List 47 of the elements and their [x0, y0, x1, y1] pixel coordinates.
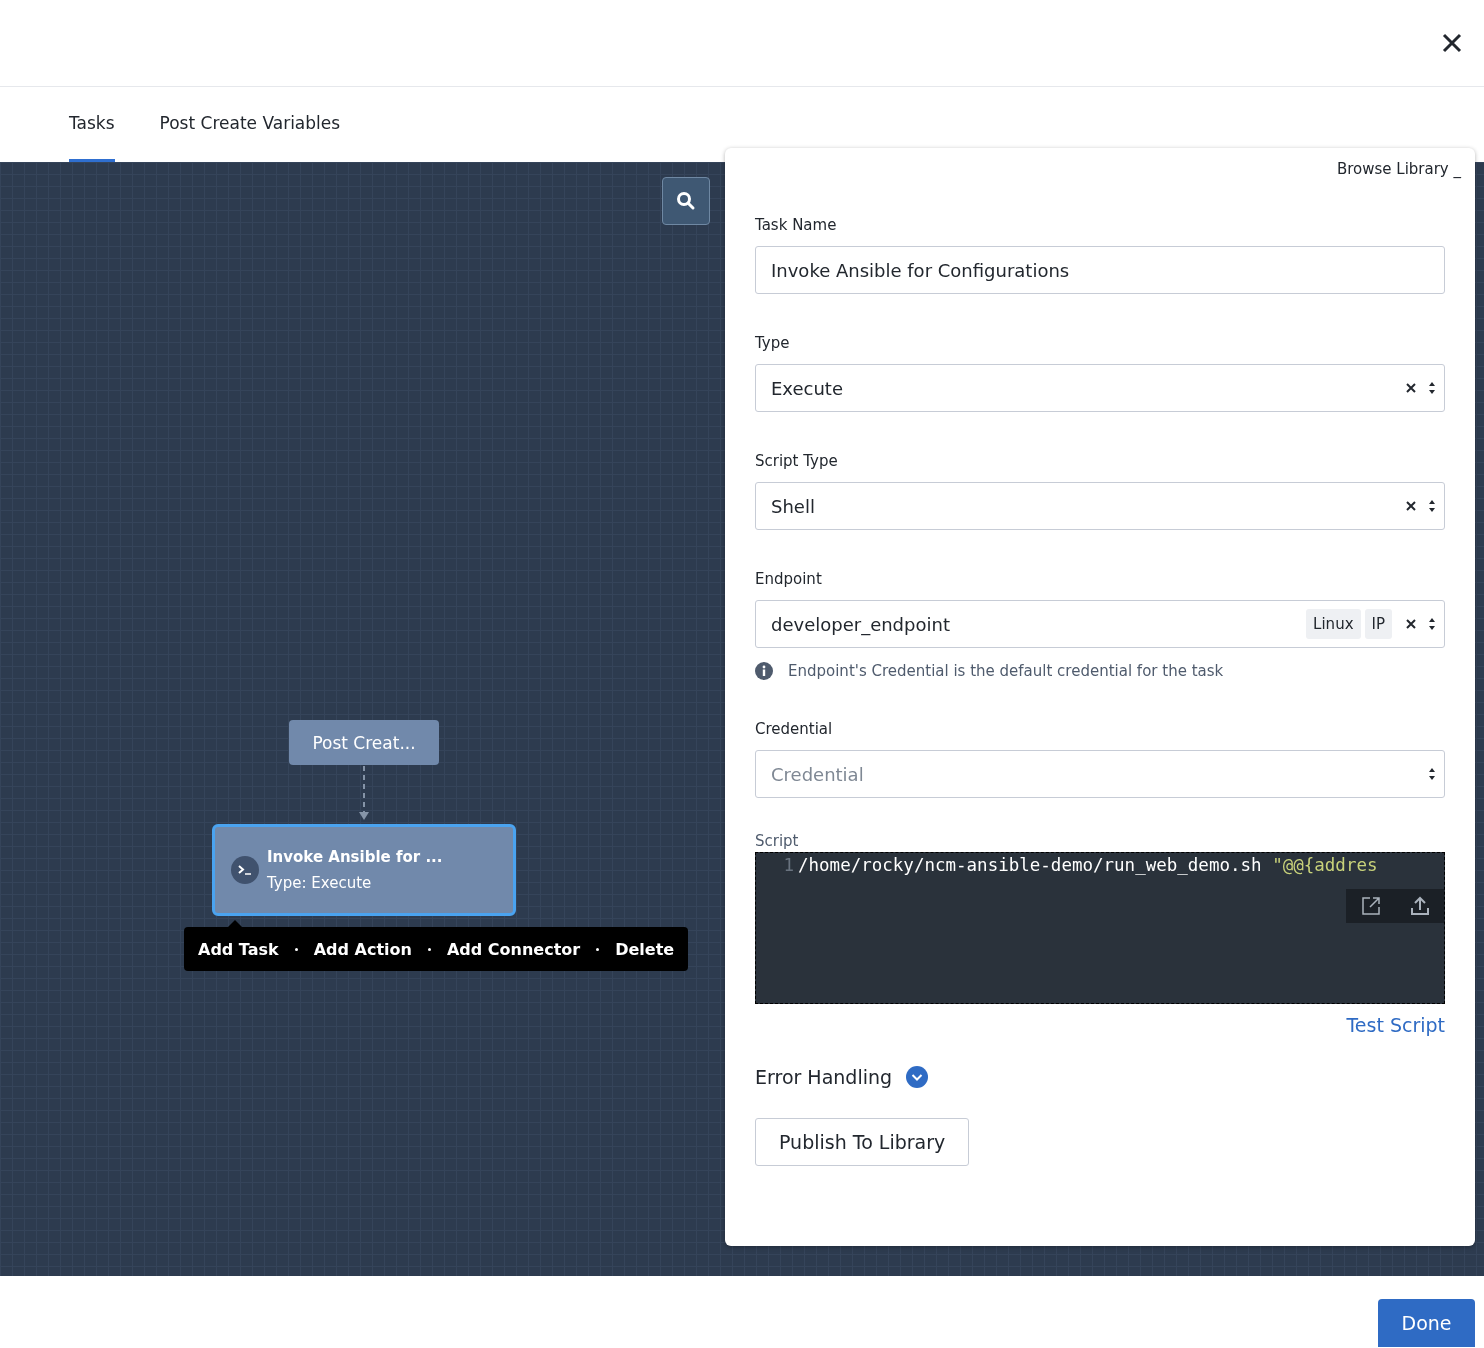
- field-label: Script: [755, 832, 800, 850]
- field-label: Credential: [755, 720, 834, 738]
- select-field[interactable]: developer_endpoint Linux IP: [755, 600, 1445, 648]
- sort-arrows-icon: [1428, 767, 1436, 781]
- upload-icon[interactable]: [1409, 896, 1430, 916]
- browse-library-link[interactable]: Browse Library _: [1336, 160, 1461, 178]
- task-type: Type: Execute: [267, 874, 373, 892]
- code-line: /home/rocky/ncm-ansible-demo/run_web_demo.sh "@@{addres: [798, 855, 1378, 875]
- sort-arrows-icon: [1428, 381, 1436, 395]
- search-icon: [676, 191, 696, 211]
- section-title: Error Handling: [755, 1066, 893, 1088]
- field-label: Task Name: [755, 216, 838, 234]
- field-label: Type: [755, 334, 791, 352]
- menu-item[interactable]: Add Task: [198, 939, 279, 959]
- expand-icon[interactable]: [1360, 896, 1381, 916]
- tag: Linux: [1306, 609, 1361, 639]
- sort-arrows-icon: [1428, 617, 1436, 631]
- line-number: 1: [782, 855, 795, 875]
- close-button[interactable]: [1440, 31, 1464, 55]
- chevron-down-icon[interactable]: [906, 1066, 929, 1088]
- select-field[interactable]: Execute: [755, 364, 1445, 412]
- code-editor[interactable]: 1 /home/rocky/ncm-ansible-demo/run_web_demo.sh "@@{addres: [755, 852, 1445, 1004]
- field-label: Script Type: [755, 452, 839, 470]
- connector-arrow: [358, 766, 370, 820]
- hint-text: Endpoint's Credential is the default credential for the task: [788, 662, 1224, 680]
- input-field[interactable]: Invoke Ansible for Configurations: [755, 246, 1445, 294]
- stage-node[interactable]: Post Creat...: [289, 720, 439, 765]
- task-node[interactable]: Invoke Ansible for ... Type: Execute: [212, 824, 516, 916]
- clear-icon[interactable]: [1406, 383, 1416, 393]
- task-title: Invoke Ansible for ...: [267, 848, 443, 866]
- menu-item[interactable]: Add Connector: [446, 939, 581, 959]
- info-icon: [755, 662, 773, 680]
- publish-button[interactable]: Publish To Library: [755, 1118, 970, 1166]
- clear-icon[interactable]: [1406, 501, 1416, 511]
- select-field[interactable]: Credential: [755, 750, 1445, 798]
- clear-icon[interactable]: [1406, 619, 1416, 629]
- tab[interactable]: Post Create Variables: [159, 87, 341, 162]
- field-label: Endpoint: [755, 570, 823, 588]
- done-button[interactable]: Done: [1378, 1299, 1475, 1347]
- menu-item[interactable]: Delete: [615, 939, 675, 959]
- test-script-link[interactable]: Test Script: [1346, 1014, 1445, 1036]
- sort-arrows-icon: [1428, 499, 1436, 513]
- select-field[interactable]: Shell: [755, 482, 1445, 530]
- tag: IP: [1364, 609, 1392, 639]
- terminal-icon: [231, 856, 259, 884]
- menu-item[interactable]: Add Action: [313, 939, 412, 959]
- search-button[interactable]: [662, 177, 710, 225]
